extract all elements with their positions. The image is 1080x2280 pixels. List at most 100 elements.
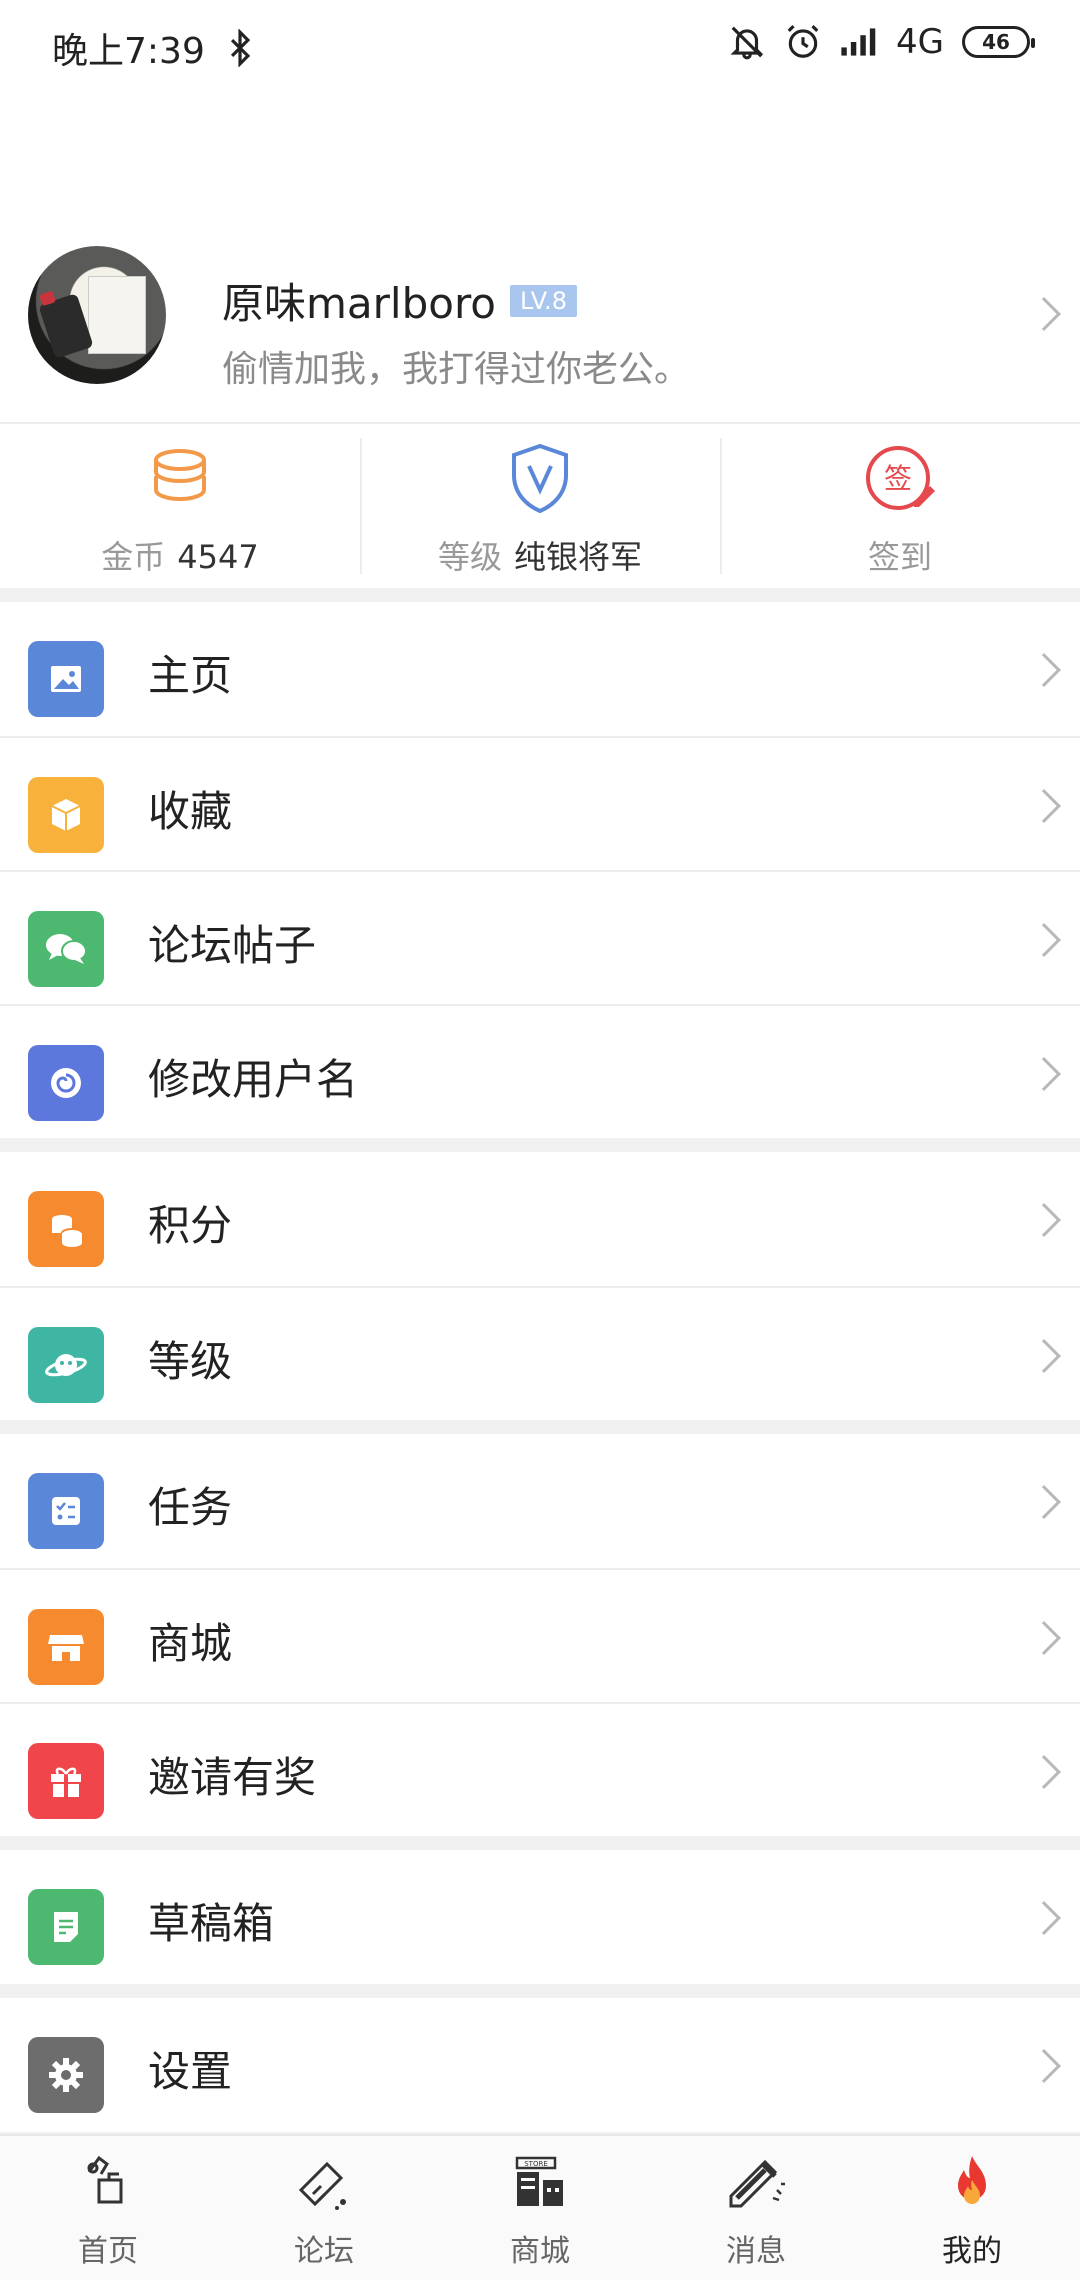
task-list-icon: [28, 1473, 104, 1549]
status-right: 4G 46: [728, 22, 1035, 62]
divider: [0, 1138, 1080, 1152]
stat-coins[interactable]: 金币 4547: [0, 424, 360, 588]
shop-icon: [28, 1609, 104, 1685]
chevron-right-icon: [1027, 1057, 1061, 1091]
chevron-right-icon: [1027, 297, 1061, 331]
menu-label: 积分: [148, 1201, 233, 1250]
username-row: 原味marlboro LV.8: [222, 270, 577, 331]
chevron-right-icon: [1027, 923, 1061, 957]
menu-list: 主页 收藏 论坛帖子 修改用户名 积分 等级 任务 商城 邀请有奖 草稿箱 设置: [0, 588, 1080, 2146]
coins-icon: [154, 449, 206, 502]
avatar-card: [88, 276, 146, 354]
menu-label: 邀请有奖: [148, 1753, 317, 1802]
stat-coins-value: 4547: [177, 538, 259, 576]
divider: [0, 1420, 1080, 1434]
spiral-icon: [28, 1045, 104, 1121]
flame-icon: [958, 2156, 986, 2204]
chevron-right-icon: [1027, 1339, 1061, 1373]
menu-label: 草稿箱: [148, 1899, 275, 1948]
forum-icon: [298, 2161, 346, 2210]
menu-label: 任务: [148, 1483, 233, 1532]
nav-label: 我的: [942, 2234, 1002, 2269]
menu-label: 修改用户名: [148, 1055, 359, 1104]
avatar[interactable]: [28, 246, 166, 384]
menu-item-change-username[interactable]: 修改用户名: [0, 1004, 1080, 1138]
battery-icon: 46: [962, 26, 1035, 58]
coins-stack-icon: [28, 1191, 104, 1267]
stat-level-text: 等级 纯银将军: [360, 532, 720, 578]
menu-item-invite[interactable]: 邀请有奖: [0, 1702, 1080, 1836]
message-icon: [729, 2159, 785, 2208]
stat-signin[interactable]: 签 签到: [720, 424, 1080, 588]
menu-label: 等级: [148, 1337, 233, 1386]
stat-coins-text: 金币 4547: [0, 532, 360, 578]
sign-in-icon: 签: [866, 446, 935, 510]
chevron-right-icon: [1027, 2049, 1061, 2083]
image-icon: [28, 641, 104, 717]
stat-signin-label: 签到: [867, 538, 932, 576]
stat-level-label: 等级: [437, 538, 502, 576]
nav-mine[interactable]: 我的: [864, 2136, 1080, 2280]
mute-icon: [730, 26, 764, 60]
network-type: 4G: [896, 22, 944, 62]
nav-forum[interactable]: 论坛: [216, 2136, 432, 2280]
menu-item-settings[interactable]: 设置: [0, 1998, 1080, 2132]
nav-label: 论坛: [294, 2234, 354, 2269]
chevron-right-icon: [1027, 1485, 1061, 1519]
gear-icon: [28, 2037, 104, 2113]
stat-signin-text: 签到: [720, 532, 1080, 578]
menu-item-tasks[interactable]: 任务: [0, 1434, 1080, 1568]
store-icon: STORE: [515, 2156, 563, 2206]
menu-label: 收藏: [148, 787, 233, 836]
nav-messages[interactable]: 消息: [648, 2136, 864, 2280]
status-bar: 晚上7:39 4G 46: [0, 0, 1080, 92]
status-left: 晚上7:39: [52, 22, 259, 74]
divider: [0, 1836, 1080, 1850]
chat-icon: [28, 911, 104, 987]
menu-item-points[interactable]: 积分: [0, 1152, 1080, 1286]
status-time: 晚上7:39: [52, 31, 205, 72]
svg-text:STORE: STORE: [524, 2160, 548, 2168]
nav-label: 消息: [726, 2234, 786, 2269]
chevron-right-icon: [1027, 1755, 1061, 1789]
divider: [0, 588, 1080, 602]
stat-level-value: 纯银将军: [514, 538, 643, 576]
nav-label: 商城: [510, 2234, 570, 2269]
menu-label: 论坛帖子: [148, 921, 317, 970]
signal-icon: [841, 28, 876, 56]
battery-level: 46: [982, 30, 1010, 54]
menu-item-level[interactable]: 等级: [0, 1286, 1080, 1420]
bluetooth-icon: [230, 29, 250, 67]
menu-item-favorites[interactable]: 收藏: [0, 736, 1080, 870]
menu-label: 商城: [148, 1619, 233, 1668]
chevron-right-icon: [1027, 1621, 1061, 1655]
gift-icon: [28, 1743, 104, 1819]
stat-coins-label: 金币: [101, 538, 166, 576]
stat-level[interactable]: 等级 纯银将军: [360, 424, 720, 588]
alarm-icon: [787, 25, 819, 58]
nav-label: 首页: [78, 2234, 138, 2269]
menu-label: 主页: [148, 651, 233, 700]
stats-bar: 金币 4547 等级 纯银将军 签 签到: [0, 422, 1080, 588]
menu-label: 设置: [148, 2047, 233, 2096]
nav-home[interactable]: 首页: [0, 2136, 216, 2280]
chevron-right-icon: [1027, 1901, 1061, 1935]
username: 原味marlboro: [222, 279, 496, 328]
chevron-right-icon: [1027, 789, 1061, 823]
home-icon: [87, 2155, 123, 2204]
nav-store[interactable]: STORE 商城: [432, 2136, 648, 2280]
divider: [0, 1984, 1080, 1998]
menu-item-drafts[interactable]: 草稿箱: [0, 1850, 1080, 1984]
svg-text:签: 签: [884, 462, 912, 495]
level-badge: LV.8: [510, 284, 577, 317]
menu-item-forum-posts[interactable]: 论坛帖子: [0, 870, 1080, 1004]
avatar-lighter: [38, 293, 94, 359]
bottom-nav: 首页 论坛 STORE 商城 消息 我的: [0, 2134, 1080, 2280]
menu-item-homepage[interactable]: 主页: [0, 602, 1080, 736]
chevron-right-icon: [1027, 1203, 1061, 1237]
draft-icon: [28, 1889, 104, 1965]
chevron-right-icon: [1027, 653, 1061, 687]
menu-item-shop[interactable]: 商城: [0, 1568, 1080, 1702]
profile-header[interactable]: 原味marlboro LV.8 偷情加我，我打得过你老公。: [0, 240, 1080, 420]
box-icon: [28, 777, 104, 853]
